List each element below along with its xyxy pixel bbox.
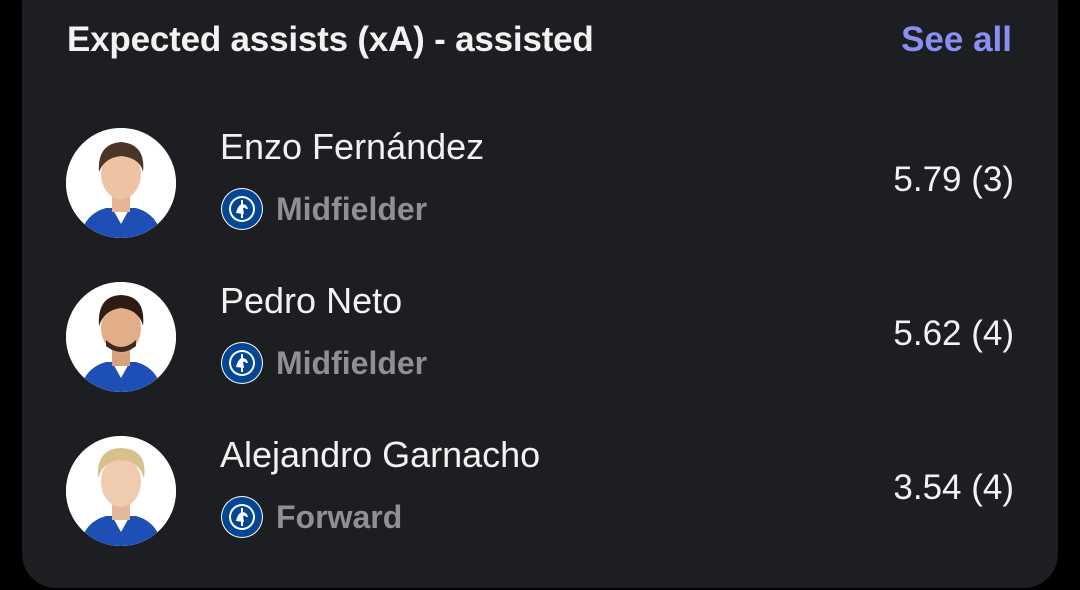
card-header: Expected assists (xA) - assisted See all — [67, 0, 1012, 84]
player-name: Enzo Fernández — [220, 126, 485, 167]
player-avatar — [66, 128, 176, 238]
player-meta: Forward — [220, 496, 402, 538]
player-avatar — [66, 436, 176, 546]
xa-stat-value: 3.54 (4) — [893, 468, 1014, 507]
player-row[interactable]: Pedro Neto Midfielder 5.62 (4) — [22, 262, 1058, 412]
chelsea-badge-icon — [220, 495, 264, 539]
card-title: Expected assists (xA) - assisted — [67, 20, 594, 59]
player-position: Midfielder — [276, 344, 428, 381]
player-position: Midfielder — [276, 190, 428, 227]
player-row[interactable]: Enzo Fernández Midfielder 5.79 (3) — [22, 108, 1058, 258]
see-all-link[interactable]: See all — [901, 20, 1012, 60]
chelsea-badge-icon — [220, 341, 264, 385]
player-position: Forward — [276, 498, 403, 535]
player-avatar — [66, 282, 176, 392]
player-name: Pedro Neto — [220, 280, 403, 321]
player-meta: Midfielder — [220, 342, 427, 384]
player-row[interactable]: Alejandro Garnacho Forward 3.54 (4) — [22, 416, 1058, 566]
xa-stat-value: 5.62 (4) — [893, 314, 1014, 353]
player-name: Alejandro Garnacho — [220, 434, 541, 475]
xa-stat-value: 5.79 (3) — [893, 160, 1014, 199]
player-meta: Midfielder — [220, 188, 427, 230]
chelsea-badge-icon — [220, 187, 264, 231]
